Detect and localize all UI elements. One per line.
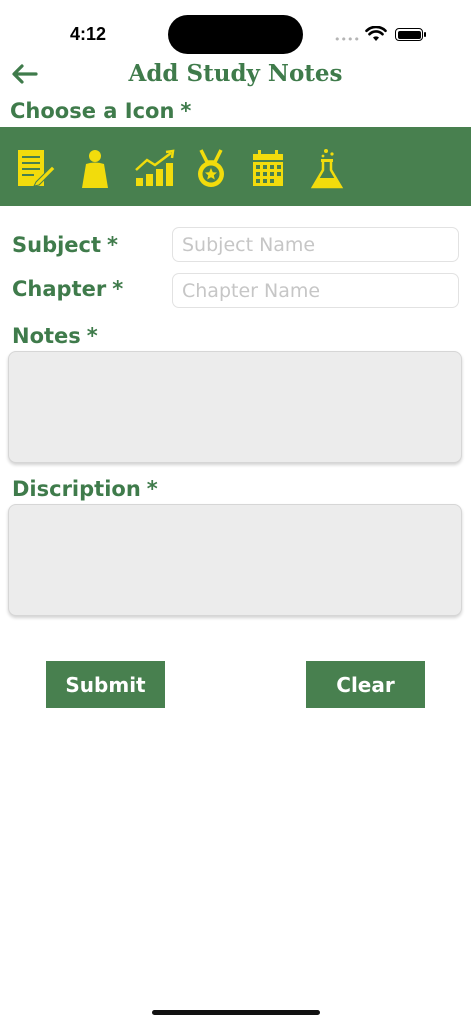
dynamic-island <box>168 15 303 54</box>
description-label: Discription * <box>12 477 158 501</box>
signal-dots-icon: •••• <box>334 33 360 46</box>
notes-textarea[interactable] <box>8 351 462 463</box>
description-textarea[interactable] <box>8 504 462 616</box>
calendar-icon[interactable] <box>247 148 289 190</box>
choose-icon-label-text: Choose a Icon <box>10 99 175 123</box>
submit-button[interactable]: Submit <box>46 661 165 708</box>
subject-name-input[interactable] <box>172 227 459 262</box>
lab-flask-icon[interactable] <box>306 148 348 190</box>
description-label-text: Discription <box>12 477 141 501</box>
medal-icon[interactable] <box>190 148 232 190</box>
wifi-icon <box>365 26 387 41</box>
choose-icon-label: Choose a Icon * <box>10 99 191 123</box>
battery-icon <box>395 28 426 41</box>
growth-chart-icon[interactable] <box>133 148 175 190</box>
icon-picker-band <box>0 127 471 206</box>
required-mark: * <box>107 233 119 257</box>
required-mark: * <box>180 99 192 123</box>
clear-button[interactable]: Clear <box>306 661 425 708</box>
notes-label-text: Notes <box>12 324 81 348</box>
notes-icon[interactable] <box>14 148 56 190</box>
chapter-name-input[interactable] <box>172 273 459 308</box>
subject-label-text: Subject <box>12 233 102 257</box>
status-time: 4:12 <box>70 24 107 44</box>
page-title: Add Study Notes <box>128 60 343 87</box>
subject-label: Subject * <box>12 233 118 257</box>
person-icon[interactable] <box>74 148 116 190</box>
chapter-label-text: Chapter <box>12 277 107 301</box>
notes-label: Notes * <box>12 324 98 348</box>
required-mark: * <box>146 477 158 501</box>
chapter-label: Chapter * <box>12 277 123 301</box>
required-mark: * <box>112 277 124 301</box>
home-indicator <box>152 1010 320 1015</box>
required-mark: * <box>86 324 98 348</box>
